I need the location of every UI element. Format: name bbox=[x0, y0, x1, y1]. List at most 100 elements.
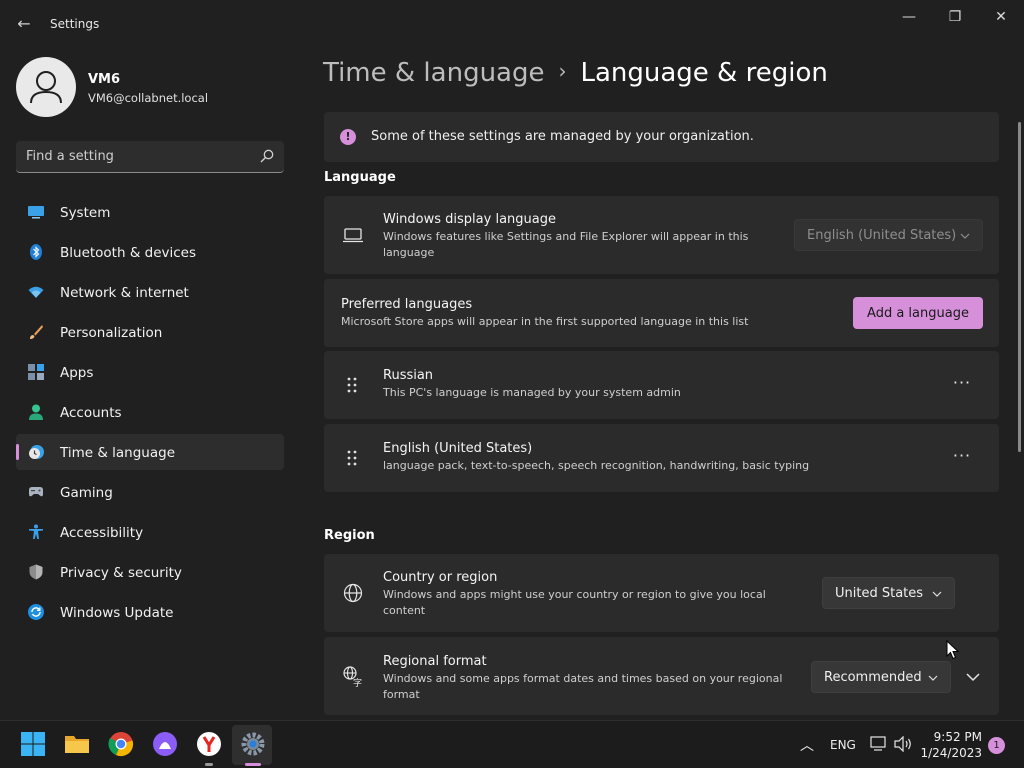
update-icon bbox=[28, 604, 44, 620]
info-text: Some of these settings are managed by yo… bbox=[371, 129, 754, 144]
sidebar-item-label: Gaming bbox=[60, 485, 113, 501]
display-language-description: Windows features like Settings and File … bbox=[383, 230, 749, 259]
notification-badge[interactable]: 1 bbox=[988, 737, 1005, 754]
drag-handle-icon[interactable] bbox=[344, 449, 360, 469]
app-title: Settings bbox=[50, 17, 100, 31]
sidebar-item-label: Accounts bbox=[60, 405, 122, 421]
language-name: English (United States) bbox=[383, 441, 533, 456]
apps-icon bbox=[28, 364, 44, 380]
breadcrumb-parent[interactable]: Time & language bbox=[323, 58, 544, 88]
sidebar-item-privacy-security[interactable]: Privacy & security bbox=[16, 554, 284, 590]
chevron-down-icon bbox=[932, 591, 942, 597]
taskbar: ︿ ENG 9:52 PM 1/24/2023 1 bbox=[0, 720, 1024, 768]
display-language-value: English (United States) bbox=[807, 228, 957, 243]
sidebar-item-label: Time & language bbox=[60, 445, 176, 461]
search-box bbox=[16, 141, 284, 173]
volume-icon[interactable] bbox=[894, 736, 914, 752]
close-button[interactable]: ✕ bbox=[978, 6, 1024, 28]
sidebar-item-time-language[interactable]: Time & language bbox=[16, 434, 284, 470]
sidebar-item-system[interactable]: System bbox=[16, 194, 284, 230]
sidebar-item-label: Privacy & security bbox=[60, 565, 182, 581]
chevron-down-icon bbox=[928, 675, 938, 681]
sidebar-item-accounts[interactable]: Accounts bbox=[16, 394, 284, 430]
sidebar-item-label: Network & internet bbox=[60, 285, 189, 301]
sidebar-item-label: Apps bbox=[60, 365, 94, 381]
expand-chevron-icon[interactable] bbox=[961, 665, 985, 689]
alice-icon[interactable] bbox=[152, 731, 178, 757]
accessibility-icon bbox=[29, 524, 43, 539]
wifi-icon bbox=[28, 286, 44, 298]
shield-icon bbox=[29, 564, 43, 580]
file-explorer-icon[interactable] bbox=[64, 731, 90, 757]
country-region-title: Country or region bbox=[383, 570, 498, 585]
network-icon[interactable] bbox=[870, 736, 888, 752]
preferred-languages-card: Preferred languages Microsoft Store apps… bbox=[324, 279, 999, 347]
regional-format-description: Windows and some apps format dates and t… bbox=[383, 672, 783, 701]
country-region-description: Windows and apps might use your country … bbox=[383, 588, 766, 617]
gamepad-icon bbox=[29, 487, 43, 497]
managed-info-bar: ! Some of these settings are managed by … bbox=[324, 112, 999, 162]
tray-overflow-chevron[interactable]: ︿ bbox=[800, 735, 814, 755]
display-language-title: Windows display language bbox=[383, 212, 556, 227]
drag-handle-icon[interactable] bbox=[344, 376, 360, 396]
language-name: Russian bbox=[383, 368, 434, 383]
breadcrumb-separator: › bbox=[558, 59, 567, 83]
sidebar-item-bluetooth[interactable]: Bluetooth & devices bbox=[16, 234, 284, 270]
title-bar: ← Settings — ❐ ✕ bbox=[0, 0, 1024, 48]
region-format-icon: 字 bbox=[343, 666, 362, 687]
back-button[interactable]: ← bbox=[14, 14, 34, 34]
preferred-languages-title: Preferred languages bbox=[341, 297, 473, 312]
sidebar-item-personalization[interactable]: Personalization bbox=[16, 314, 284, 350]
regional-format-dropdown[interactable]: Recommended bbox=[811, 661, 951, 693]
sidebar-item-apps[interactable]: Apps bbox=[16, 354, 284, 390]
sidebar-nav: System Bluetooth & devices Network & int… bbox=[16, 194, 284, 634]
start-icon[interactable] bbox=[20, 731, 46, 757]
maximize-button[interactable]: ❐ bbox=[932, 6, 978, 28]
sidebar-item-network[interactable]: Network & internet bbox=[16, 274, 284, 310]
language-description: This PC's language is managed by your sy… bbox=[383, 386, 681, 399]
laptop-icon bbox=[343, 228, 363, 243]
sidebar-item-label: Personalization bbox=[60, 325, 163, 341]
person-icon bbox=[30, 71, 62, 104]
yandex-browser-icon[interactable] bbox=[196, 731, 222, 757]
country-region-card: Country or region Windows and apps might… bbox=[324, 554, 999, 632]
chrome-icon[interactable] bbox=[108, 731, 134, 757]
clock-date[interactable]: 1/24/2023 bbox=[918, 746, 982, 760]
page-title: Language & region bbox=[580, 58, 828, 88]
active-indicator bbox=[245, 763, 261, 766]
more-options-button[interactable]: ··· bbox=[947, 371, 977, 401]
more-options-button[interactable]: ··· bbox=[947, 444, 977, 474]
add-language-button[interactable]: Add a language bbox=[853, 297, 983, 329]
search-icon[interactable] bbox=[260, 149, 274, 163]
display-language-dropdown[interactable]: English (United States) bbox=[794, 219, 983, 251]
regional-format-card: 字 Regional format Windows and some apps … bbox=[324, 637, 999, 715]
preferred-languages-description: Microsoft Store apps will appear in the … bbox=[341, 315, 749, 328]
input-language-indicator[interactable]: ENG bbox=[830, 738, 856, 752]
sidebar-item-label: Bluetooth & devices bbox=[60, 245, 197, 261]
clock-globe-icon bbox=[29, 445, 44, 459]
regional-format-value: Recommended bbox=[824, 670, 922, 685]
display-language-card: Windows display language Windows feature… bbox=[324, 196, 999, 274]
language-row-english[interactable]: English (United States) language pack, t… bbox=[324, 424, 999, 492]
sidebar-item-accessibility[interactable]: Accessibility bbox=[16, 514, 284, 550]
bluetooth-icon bbox=[30, 244, 42, 260]
language-row-russian[interactable]: Russian This PC's language is managed by… bbox=[324, 351, 999, 419]
scrollbar[interactable] bbox=[1018, 122, 1021, 452]
sidebar-item-windows-update[interactable]: Windows Update bbox=[16, 594, 284, 630]
sidebar-item-label: System bbox=[60, 205, 111, 221]
svg-text:字: 字 bbox=[353, 677, 362, 687]
info-icon: ! bbox=[340, 129, 356, 145]
language-description: language pack, text-to-speech, speech re… bbox=[383, 459, 810, 472]
country-region-value: United States bbox=[835, 586, 924, 601]
clock-time[interactable]: 9:52 PM bbox=[930, 730, 982, 744]
avatar[interactable] bbox=[16, 57, 76, 117]
country-region-dropdown[interactable]: United States bbox=[822, 577, 955, 609]
search-input[interactable] bbox=[26, 141, 251, 172]
sidebar-item-label: Accessibility bbox=[60, 525, 144, 541]
section-title-language: Language bbox=[324, 170, 396, 185]
brush-icon bbox=[30, 325, 43, 339]
chevron-down-icon bbox=[960, 233, 970, 239]
settings-icon[interactable] bbox=[240, 731, 266, 757]
minimize-button[interactable]: — bbox=[886, 6, 932, 28]
sidebar-item-gaming[interactable]: Gaming bbox=[16, 474, 284, 510]
